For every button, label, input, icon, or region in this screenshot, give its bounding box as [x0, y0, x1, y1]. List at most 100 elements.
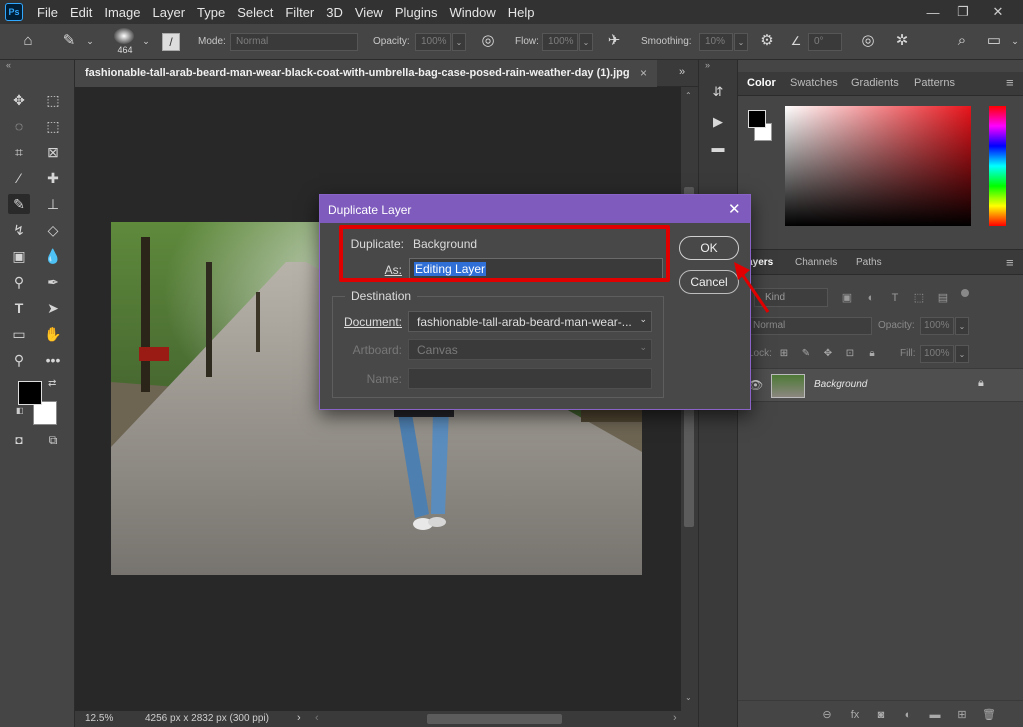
chevron-down-icon[interactable]: ⌄ — [84, 33, 96, 49]
tab-overflow-icon[interactable]: » — [679, 66, 685, 78]
menu-edit[interactable]: Edit — [64, 5, 98, 20]
layer-name[interactable]: Background — [814, 379, 867, 390]
pressure-opacity-icon[interactable]: ◎ — [478, 33, 498, 49]
smoothing-input[interactable]: 10% — [699, 33, 733, 51]
lock-all-icon[interactable]: 🔒︎ — [866, 346, 878, 362]
fill-input[interactable]: 100% — [920, 345, 954, 363]
hand-tool-icon[interactable]: ✋ — [42, 324, 64, 344]
scroll-down-icon[interactable]: ⌄ — [685, 693, 692, 702]
layers-menu-icon[interactable]: ≡ — [1006, 255, 1014, 270]
object-select-tool-icon[interactable]: ⬚ — [42, 116, 64, 136]
stamp-tool-icon[interactable]: ⊥ — [42, 194, 64, 214]
type-filter-icon[interactable]: T — [888, 290, 902, 306]
tab-gradients[interactable]: Gradients — [851, 77, 899, 89]
expand-icon[interactable]: » — [705, 60, 710, 70]
brush-preview-icon[interactable] — [114, 28, 134, 44]
search-icon[interactable]: ⌕ — [952, 33, 972, 49]
menu-3d[interactable]: 3D — [320, 5, 349, 20]
scroll-up-icon[interactable]: ⌃ — [685, 91, 692, 100]
fx-icon[interactable]: fx — [848, 707, 862, 723]
workspace-icon[interactable]: ▭ — [984, 33, 1004, 49]
pressure-size-icon[interactable]: ◎ — [858, 33, 878, 49]
layer-row[interactable]: 👁︎ Background 🔒︎ — [738, 368, 1023, 402]
minimize-button[interactable]: — — [918, 0, 948, 24]
tab-color[interactable]: Color — [747, 77, 776, 89]
flow-input[interactable]: 100% — [542, 33, 578, 51]
adjustment-filter-icon[interactable]: ◐ — [864, 290, 878, 306]
opacity-input[interactable]: 100% — [415, 33, 451, 51]
tab-swatches[interactable]: Swatches — [790, 77, 838, 89]
type-tool-icon[interactable]: T — [8, 298, 30, 318]
eyedropper-tool-icon[interactable]: ⁄ — [8, 168, 30, 188]
link-layers-icon[interactable]: ⊖ — [820, 707, 834, 723]
adjustment-layer-icon[interactable]: ◐ — [901, 707, 915, 723]
healing-tool-icon[interactable]: ✚ — [42, 168, 64, 188]
tab-patterns[interactable]: Patterns — [914, 77, 955, 89]
frame-tool-icon[interactable]: ⊠ — [42, 142, 64, 162]
eraser-tool-icon[interactable]: ◇ — [42, 220, 64, 240]
actions-play-icon[interactable]: ▶ — [709, 114, 727, 130]
airbrush-icon[interactable]: ✈ — [604, 33, 624, 49]
blend-mode-select[interactable]: Normal — [748, 317, 872, 335]
move-tool-icon[interactable]: ✥ — [8, 90, 30, 110]
dialog-titlebar[interactable]: Duplicate Layer ✕ — [320, 195, 750, 223]
hue-slider[interactable] — [989, 106, 1006, 226]
brush-settings-icon[interactable]: / — [162, 33, 180, 51]
menu-image[interactable]: Image — [98, 5, 146, 20]
restore-button[interactable]: ❐ — [948, 0, 978, 24]
new-layer-icon[interactable]: ⊞ — [955, 707, 969, 723]
history-icon[interactable]: ⇵ — [709, 84, 727, 100]
scroll-right-icon[interactable]: › — [673, 712, 677, 724]
document-tab[interactable]: fashionable-tall-arab-beard-man-wear-bla… — [75, 60, 657, 87]
collapse-icon[interactable]: « — [6, 60, 11, 70]
flow-dropdown[interactable]: ⌄ — [579, 33, 593, 51]
more-tools-icon[interactable]: ••• — [42, 350, 64, 370]
brush-tool-icon[interactable]: ✎ — [8, 194, 30, 214]
ok-button[interactable]: OK — [679, 236, 739, 260]
panel-menu-icon[interactable]: ≡ — [1006, 75, 1014, 90]
layer-opacity-dropdown[interactable]: ⌄ — [955, 317, 969, 335]
scroll-left-icon[interactable]: ‹ — [315, 712, 319, 724]
menu-plugins[interactable]: Plugins — [389, 5, 444, 20]
screen-mode-icon[interactable]: ⧉ — [42, 430, 64, 450]
path-select-tool-icon[interactable]: ➤ — [42, 298, 64, 318]
color-field[interactable] — [785, 106, 971, 226]
lock-position-icon[interactable]: ✥ — [822, 346, 834, 362]
home-icon[interactable]: ⌂ — [18, 33, 38, 49]
smart-object-filter-icon[interactable]: ▤ — [936, 290, 950, 306]
angle-input[interactable]: 0° — [808, 33, 842, 51]
crop-tool-icon[interactable]: ⌗ — [8, 142, 30, 162]
quick-mask-icon[interactable]: ◘ — [8, 430, 30, 450]
document-select[interactable]: fashionable-tall-arab-beard-man-wear-...… — [408, 311, 652, 332]
mode-select[interactable]: Normal — [230, 33, 358, 51]
blur-tool-icon[interactable]: 💧 — [42, 246, 64, 266]
pen-tool-icon[interactable]: ✒ — [42, 272, 64, 292]
menu-layer[interactable]: Layer — [147, 5, 192, 20]
foreground-color-chip[interactable] — [748, 110, 766, 128]
horizontal-scroll-thumb[interactable] — [427, 714, 562, 724]
menu-select[interactable]: Select — [231, 5, 279, 20]
fill-dropdown[interactable]: ⌄ — [955, 345, 969, 363]
trash-icon[interactable]: 🗑︎ — [982, 707, 996, 723]
gradient-tool-icon[interactable]: ▣ — [8, 246, 30, 266]
shape-filter-icon[interactable]: ⬚ — [912, 290, 926, 306]
marquee-tool-icon[interactable]: ⬚ — [42, 90, 64, 110]
group-folder-icon[interactable]: ▬ — [928, 707, 942, 723]
foreground-color-swatch[interactable] — [18, 381, 42, 405]
menu-help[interactable]: Help — [502, 5, 541, 20]
dodge-tool-icon[interactable]: ⚲ — [8, 272, 30, 292]
close-dialog-icon[interactable]: ✕ — [728, 200, 741, 218]
menu-filter[interactable]: Filter — [279, 5, 320, 20]
tab-paths[interactable]: Paths — [856, 257, 882, 268]
smoothing-dropdown[interactable]: ⌄ — [734, 33, 748, 51]
default-colors-icon[interactable]: ◧ — [16, 406, 24, 415]
brush-tool-icon[interactable]: ✎ — [60, 33, 78, 49]
history-brush-tool-icon[interactable]: ↯ — [8, 220, 30, 240]
swap-colors-icon[interactable]: ⇄ — [48, 378, 56, 389]
opacity-dropdown[interactable]: ⌄ — [452, 33, 466, 51]
close-window-button[interactable]: ✕ — [983, 0, 1013, 24]
layer-opacity-input[interactable]: 100% — [920, 317, 954, 335]
tab-channels[interactable]: Channels — [795, 257, 837, 268]
filter-toggle-icon[interactable] — [961, 289, 969, 297]
mask-icon[interactable]: ◙ — [874, 707, 888, 723]
